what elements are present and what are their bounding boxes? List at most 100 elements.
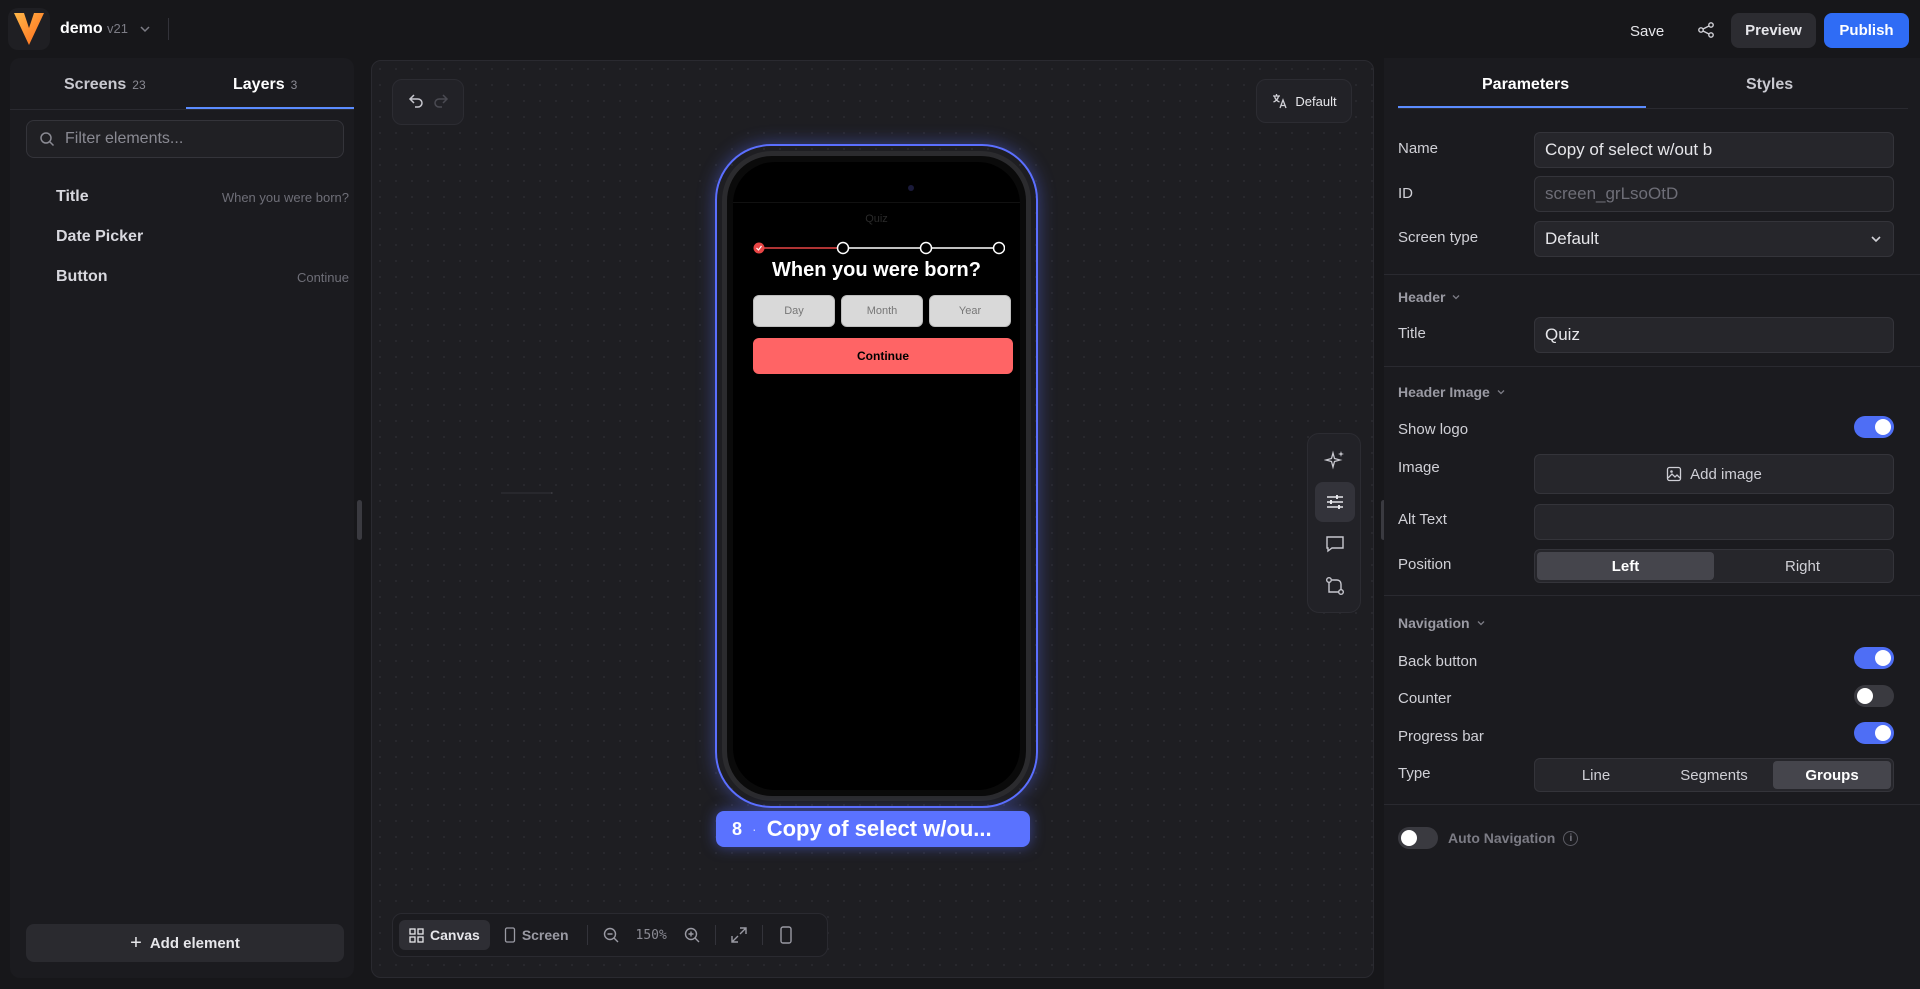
progress-type-segmented-control: Line Segments Groups — [1534, 758, 1894, 792]
date-day-field[interactable]: Day — [753, 295, 835, 327]
title-label: Title — [1398, 325, 1426, 342]
date-year-field[interactable]: Year — [929, 295, 1011, 327]
header-image-section-toggle[interactable]: Header Image — [1398, 384, 1506, 400]
chevron-down-icon — [1497, 390, 1505, 395]
tab-layers[interactable]: Layers 3 — [233, 76, 297, 94]
chevron-down-icon[interactable] — [139, 22, 151, 40]
position-segmented-control: Left Right — [1534, 549, 1894, 583]
camera-dot — [908, 185, 914, 191]
undo-icon[interactable] — [407, 91, 425, 114]
phone-screen: Quiz When you were born? Day Month Year … — [733, 162, 1020, 790]
type-label: Type — [1398, 765, 1431, 782]
publish-button[interactable]: Publish — [1824, 13, 1909, 48]
left-panel: Screens23 Layers3 Title When you were bo… — [10, 58, 354, 978]
app-logo[interactable] — [8, 8, 50, 50]
screen-number: 8 — [732, 818, 743, 839]
layer-value: When you were born? — [221, 190, 349, 205]
add-element-button[interactable]: + Add element — [26, 924, 344, 962]
screens-count: 23 — [132, 78, 146, 92]
canvas-side-toolbar — [1307, 433, 1361, 613]
progress-bar — [753, 241, 1005, 255]
filter-input[interactable] — [65, 130, 325, 148]
save-button[interactable]: Save — [1620, 16, 1674, 46]
layer-item[interactable]: Button Continue — [10, 260, 354, 296]
fit-to-screen-icon[interactable] — [724, 920, 754, 950]
zoom-level: 150% — [635, 927, 667, 943]
screen-type-label: Screen type — [1398, 229, 1479, 246]
preview-button[interactable]: Preview — [1731, 13, 1816, 48]
back-button-toggle[interactable] — [1854, 647, 1894, 669]
id-field: screen_grLsoOtD — [1534, 176, 1894, 212]
position-left-option[interactable]: Left — [1537, 552, 1714, 580]
header-section-toggle[interactable]: Header — [1398, 289, 1461, 305]
flow-arrow — [501, 492, 553, 494]
name-field[interactable]: Copy of select w/out b — [1534, 132, 1894, 168]
position-right-option[interactable]: Right — [1714, 552, 1891, 580]
image-icon — [1666, 466, 1682, 482]
ai-sparkle-icon[interactable] — [1315, 440, 1355, 480]
navigation-section-toggle[interactable]: Navigation — [1398, 615, 1486, 631]
layers-count: 3 — [290, 78, 298, 92]
logo-icon — [14, 13, 44, 45]
screen-name: Copy of select w/ou... — [766, 816, 992, 841]
plus-icon: + — [130, 931, 142, 954]
zoom-out-icon[interactable] — [596, 920, 626, 950]
layer-name: Button — [56, 268, 108, 285]
zoom-in-icon[interactable] — [677, 920, 707, 950]
name-label: Name — [1398, 140, 1439, 157]
screen-question-title: When you were born? — [772, 259, 981, 281]
add-image-button[interactable]: Add image — [1534, 454, 1894, 494]
layer-item[interactable]: Date Picker — [10, 220, 354, 256]
translate-icon — [1273, 94, 1287, 109]
canvas[interactable]: Default Quiz When you were born? Day Mon… — [371, 60, 1374, 978]
tab-styles[interactable]: Styles — [1746, 76, 1793, 94]
progress-bar-toggle[interactable] — [1854, 722, 1894, 744]
screen-view-button[interactable]: Screen — [494, 920, 579, 950]
comment-icon[interactable] — [1315, 524, 1355, 564]
auto-navigation-toggle[interactable] — [1398, 827, 1438, 849]
filter-elements-field[interactable] — [26, 120, 344, 158]
back-button-label: Back button — [1398, 653, 1478, 670]
continue-button[interactable]: Continue — [753, 338, 1013, 374]
info-icon[interactable]: i — [1563, 830, 1579, 846]
tab-parameters[interactable]: Parameters — [1482, 76, 1569, 94]
auto-navigation-label: Auto Navigation — [1448, 830, 1556, 846]
branch-icon[interactable] — [1315, 566, 1355, 606]
sliders-icon[interactable] — [1315, 482, 1355, 522]
share-icon[interactable] — [1694, 18, 1718, 42]
redo-icon[interactable] — [432, 91, 450, 114]
phone-icon — [504, 927, 515, 943]
phone-frame[interactable]: Quiz When you were born? Day Month Year … — [722, 151, 1031, 801]
position-label: Position — [1398, 556, 1452, 573]
counter-label: Counter — [1398, 690, 1452, 707]
id-label: ID — [1398, 185, 1413, 202]
project-version[interactable]: v21 — [107, 21, 128, 36]
left-tabs: Screens 23 Layers 3 — [10, 58, 354, 110]
tab-screens[interactable]: Screens 23 — [64, 76, 146, 94]
history-controls — [392, 79, 464, 125]
right-panel: Parameters Styles Name Copy of select w/… — [1384, 58, 1920, 989]
language-selector[interactable]: Default — [1256, 79, 1352, 123]
canvas-view-button[interactable]: Canvas — [399, 920, 490, 950]
progress-bar-label: Progress bar — [1398, 728, 1484, 745]
date-month-field[interactable]: Month — [841, 295, 923, 327]
image-label: Image — [1398, 459, 1440, 476]
device-icon[interactable] — [771, 920, 801, 950]
show-logo-toggle[interactable] — [1854, 416, 1894, 438]
header-title-field[interactable]: Quiz — [1534, 317, 1894, 353]
counter-toggle[interactable] — [1854, 685, 1894, 707]
layer-value: Continue — [296, 270, 349, 285]
chevron-down-icon — [1477, 621, 1485, 626]
screen-type-select[interactable]: Default — [1534, 221, 1894, 257]
left-resize-handle[interactable] — [357, 500, 362, 540]
type-groups-option[interactable]: Groups — [1773, 761, 1891, 789]
language-label: Default — [1295, 93, 1337, 109]
layer-item[interactable]: Title When you were born? — [10, 180, 354, 216]
project-name[interactable]: demo — [60, 20, 103, 38]
screen-name-tag[interactable]: 8 · Copy of select w/ou... — [716, 811, 1030, 847]
type-segments-option[interactable]: Segments — [1655, 761, 1773, 789]
chevron-down-icon — [1871, 236, 1881, 243]
auto-navigation-row: Auto Navigation i — [1398, 827, 1579, 849]
alt-text-field[interactable] — [1534, 504, 1894, 540]
type-line-option[interactable]: Line — [1537, 761, 1655, 789]
